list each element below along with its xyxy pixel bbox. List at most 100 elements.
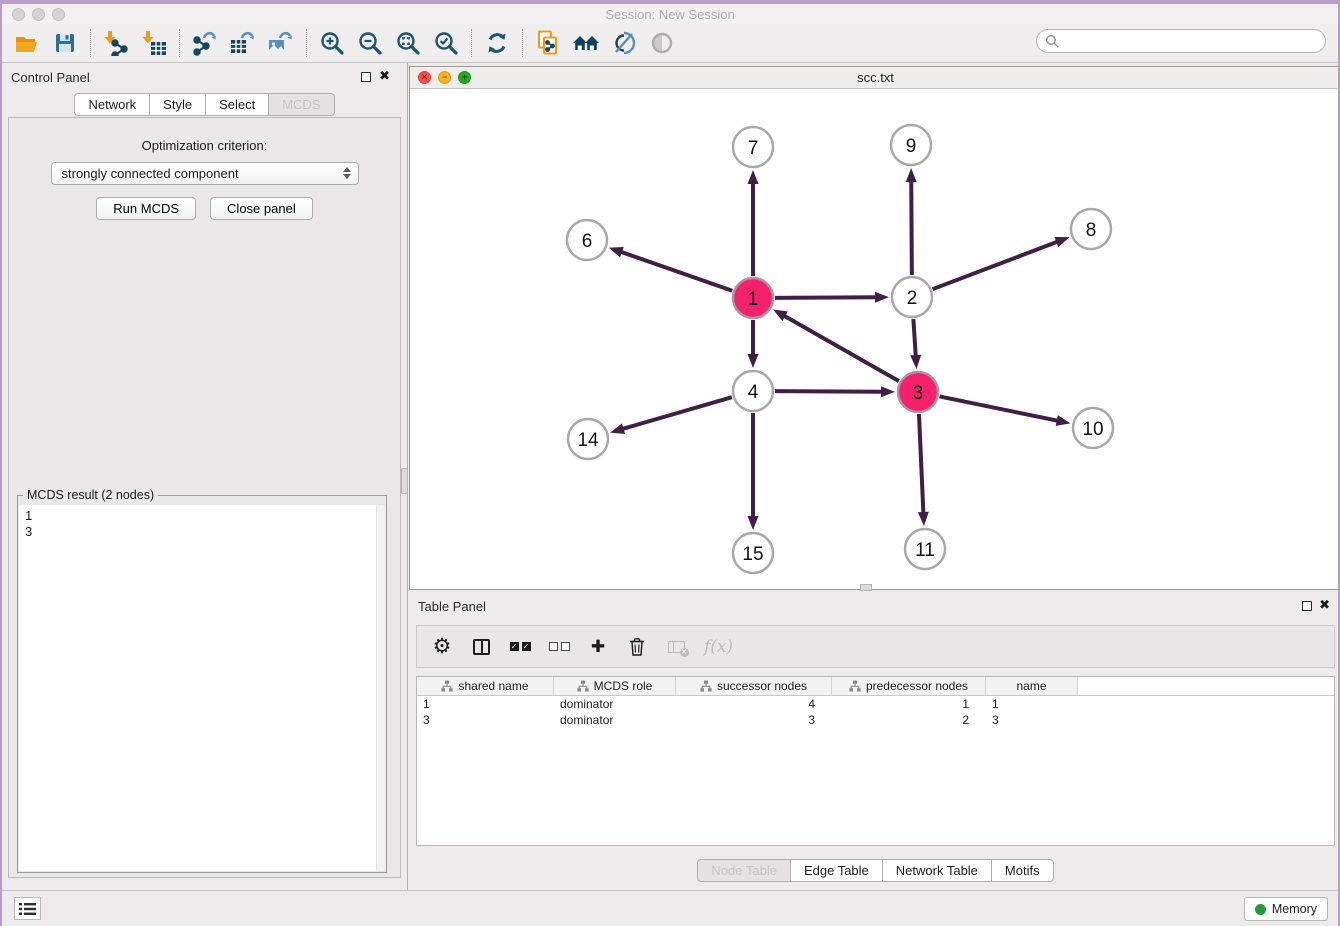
table-tab-motifs[interactable]: Motifs [991, 859, 1054, 882]
import-table-button[interactable] [135, 26, 173, 60]
delete-table-button[interactable] [665, 634, 687, 660]
delete-column-button[interactable] [626, 634, 648, 660]
zoom-selected-button[interactable] [427, 26, 465, 60]
graph-edge-2-8[interactable] [933, 237, 1070, 289]
function-builder-button[interactable]: f(x) [704, 634, 733, 660]
zoom-selected-icon [433, 30, 459, 56]
toggle-style-button[interactable] [605, 26, 643, 60]
show-hide-button[interactable] [643, 26, 681, 60]
graph-edge-1-2[interactable] [775, 292, 889, 303]
graph-node-8[interactable]: 8 [1071, 209, 1111, 249]
column-header-successor-nodes[interactable]: successor nodes [676, 677, 832, 695]
table-tabs: Node TableEdge TableNetwork TableMotifs [409, 859, 1340, 882]
select-all-columns-button[interactable]: ✓✓ [509, 634, 531, 660]
graph-node-14[interactable]: 14 [568, 419, 608, 459]
float-table-panel-icon[interactable] [1302, 601, 1312, 611]
tab-mcds[interactable]: MCDS [268, 93, 334, 116]
export-table-button[interactable] [224, 26, 262, 60]
table-row[interactable]: 1dominator411 [417, 696, 1334, 712]
graph-node-label: 2 [907, 288, 918, 309]
tab-style[interactable]: Style [149, 93, 206, 116]
control-panel: Control Panel ✖ NetworkStyleSelectMCDS O… [2, 63, 408, 890]
create-column-button[interactable]: ✚ [587, 634, 609, 660]
node-table: shared nameMCDS rolesuccessor nodesprede… [416, 676, 1335, 846]
export-image-button[interactable] [262, 26, 300, 60]
tab-network[interactable]: Network [74, 93, 150, 116]
column-header-predecessor-nodes[interactable]: predecessor nodes [832, 677, 986, 695]
mcds-result-title: MCDS result (2 nodes) [23, 488, 158, 502]
graph-node-15[interactable]: 15 [733, 533, 773, 573]
export-image-icon [268, 30, 294, 56]
panel-splitter-grip[interactable] [401, 468, 408, 494]
zoom-out-button[interactable] [351, 26, 389, 60]
graph-edge-3-1[interactable] [773, 309, 899, 381]
graph-node-4[interactable]: 4 [733, 371, 773, 411]
graph-edge-4-15[interactable] [748, 413, 759, 530]
result-scrollbar[interactable] [376, 505, 385, 871]
network-window-titlebar[interactable]: ✕ − + scc.txt [410, 67, 1340, 89]
column-header-shared-name[interactable]: shared name [417, 677, 554, 695]
network-canvas[interactable]: 1 2 3 4 6 7 8 9 10 11 14 15 [410, 89, 1340, 589]
export-network-button[interactable] [186, 26, 224, 60]
column-type-icon [441, 680, 453, 692]
close-panel-icon[interactable]: ✖ [379, 69, 390, 83]
tab-select[interactable]: Select [205, 93, 269, 116]
graph-node-10[interactable]: 10 [1073, 408, 1113, 448]
toggle-columns-button[interactable] [470, 634, 492, 660]
table-tab-edge-table[interactable]: Edge Table [790, 859, 883, 882]
graph-node-1[interactable]: 1 [733, 278, 773, 318]
save-session-button[interactable] [46, 26, 84, 60]
graph-edge-4-14[interactable] [610, 397, 732, 434]
status-bar: Memory [2, 890, 1338, 926]
column-header-name[interactable]: name [986, 677, 1078, 695]
float-panel-icon[interactable] [361, 72, 371, 82]
table-settings-button[interactable]: ⚙ [431, 634, 453, 660]
criterion-select[interactable]: strongly connected component [51, 162, 359, 185]
unselect-all-columns-button[interactable] [548, 634, 570, 660]
graph-edge-2-3[interactable] [910, 319, 921, 369]
import-network-icon [103, 30, 129, 56]
open-session-button[interactable] [8, 26, 46, 60]
list-icon [19, 902, 36, 916]
graph-edge-1-7[interactable] [748, 170, 759, 276]
graph-edge-4-3[interactable] [775, 386, 895, 397]
graph-node-label: 6 [582, 231, 593, 252]
mcds-result-text[interactable]: 1 3 [19, 505, 385, 871]
column-header-MCDS-role[interactable]: MCDS role [554, 677, 676, 695]
function-icon: f(x) [704, 637, 733, 657]
zoom-fit-button[interactable] [389, 26, 427, 60]
close-table-panel-icon[interactable]: ✖ [1319, 598, 1330, 612]
import-network-button[interactable] [97, 26, 135, 60]
refresh-icon [484, 30, 510, 56]
graph-node-11[interactable]: 11 [905, 529, 945, 569]
search-box [1036, 29, 1326, 53]
run-mcds-button[interactable]: Run MCDS [96, 197, 196, 220]
search-input[interactable] [1060, 31, 1325, 51]
graph-node-6[interactable]: 6 [567, 220, 607, 260]
graph-node-label: 3 [913, 383, 924, 404]
graph-edge-2-9[interactable] [906, 168, 917, 275]
graph-edge-1-4[interactable] [748, 320, 759, 368]
table-tab-node-table[interactable]: Node Table [697, 859, 791, 882]
column-type-icon [577, 680, 589, 692]
apply-layout-button[interactable] [478, 26, 516, 60]
graph-node-9[interactable]: 9 [891, 125, 931, 165]
graph-node-3[interactable]: 3 [898, 372, 938, 412]
main-toolbar [2, 24, 1338, 63]
network-title: scc.txt [410, 70, 1340, 85]
first-neighbors-button[interactable] [567, 26, 605, 60]
memory-button[interactable]: Memory [1244, 897, 1328, 921]
clone-network-button[interactable] [529, 26, 567, 60]
graph-edge-3-11[interactable] [918, 414, 929, 526]
graph-edge-1-6[interactable] [609, 247, 733, 291]
graph-node-2[interactable]: 2 [892, 277, 932, 317]
table-panel: Table Panel ✖ ⚙ ✓✓ ✚ [409, 592, 1340, 890]
table-row[interactable]: 3dominator323 [417, 712, 1334, 728]
network-splitter-grip[interactable] [860, 584, 872, 591]
graph-edge-3-10[interactable] [940, 396, 1071, 425]
task-history-button[interactable] [14, 897, 41, 920]
table-tab-network-table[interactable]: Network Table [882, 859, 992, 882]
graph-node-7[interactable]: 7 [733, 127, 773, 167]
zoom-in-button[interactable] [313, 26, 351, 60]
close-panel-button[interactable]: Close panel [210, 197, 313, 220]
